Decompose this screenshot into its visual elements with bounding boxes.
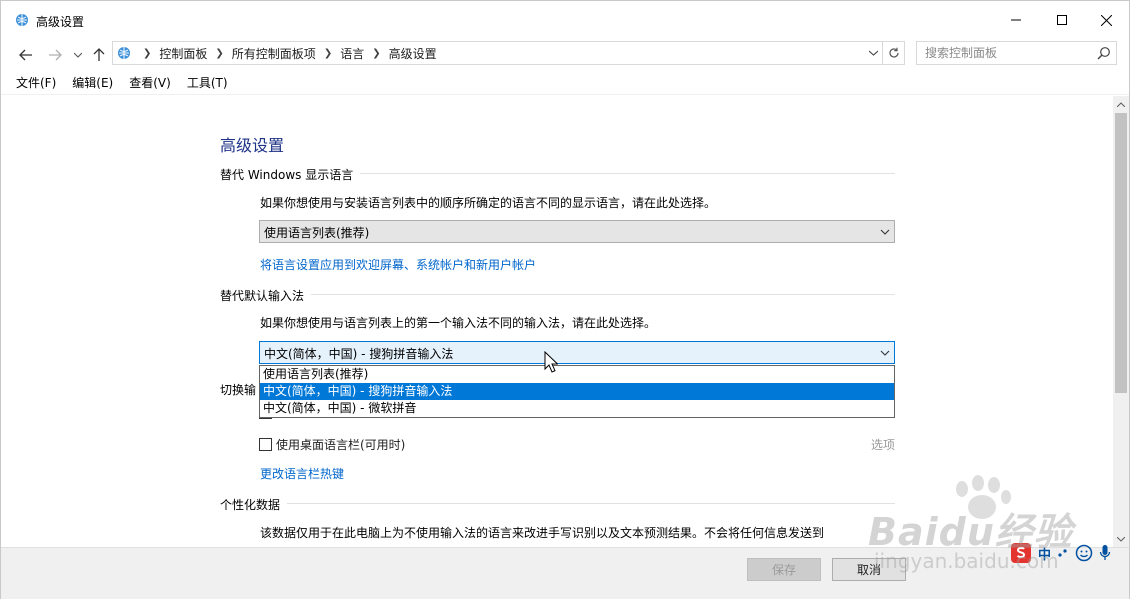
forward-button[interactable] (45, 45, 65, 65)
breadcrumb-separator-icon[interactable]: ❯ (324, 48, 332, 59)
advanced-settings-window: 高级设置 ❯ 控制面板 ❯ 所有控制面板项 ❯ 语言 ❯ 高级设置 搜索控制面板… (0, 0, 1130, 599)
ime-mode-indicator[interactable]: 中 (1038, 544, 1051, 563)
input-method-dropdown-list: 使用语言列表(推荐) 中文(简体，中国) - 搜狗拼音输入法 中文(简体，中国)… (259, 365, 895, 418)
change-hotkeys-link[interactable]: 更改语言栏热键 (260, 465, 344, 482)
mouse-cursor-icon (544, 351, 558, 373)
section-divider (287, 503, 895, 504)
chevron-down-icon (880, 229, 890, 235)
control-panel-icon (116, 45, 132, 61)
desktop-language-bar-checkbox[interactable] (259, 438, 272, 451)
footer-bar: 保存 取消 (1, 547, 1129, 599)
menu-edit[interactable]: 编辑(E) (64, 71, 121, 95)
switch-input-heading: 切换输 (220, 383, 257, 397)
recent-locations-button[interactable] (68, 45, 88, 65)
breadcrumb-separator-icon[interactable]: ❯ (372, 48, 380, 59)
breadcrumb-separator-icon[interactable]: ❯ (143, 48, 151, 59)
personalization-description: 该数据仅用于在此电脑上为不使用输入法的语言来改进手写识别以及文本预测结果。不会将… (260, 526, 825, 540)
input-method-selected: 中文(简体，中国) - 搜狗拼音输入法 (264, 347, 454, 361)
maximize-icon (1057, 15, 1067, 25)
desktop-language-bar-label[interactable]: 使用桌面语言栏(可用时) (276, 436, 405, 453)
minimize-icon (1011, 19, 1021, 21)
dropdown-option-selected[interactable]: 中文(简体，中国) - 搜狗拼音输入法 (260, 383, 894, 400)
display-language-selected: 使用语言列表(推荐) (264, 226, 370, 240)
refresh-icon (888, 47, 899, 58)
address-bar[interactable]: ❯ 控制面板 ❯ 所有控制面板项 ❯ 语言 ❯ 高级设置 (112, 41, 905, 65)
page-title: 高级设置 (220, 136, 285, 155)
window-title: 高级设置 (36, 15, 85, 29)
breadcrumb-item[interactable]: 控制面板 (159, 45, 207, 62)
emoji-icon[interactable] (1075, 544, 1093, 562)
dropdown-option[interactable]: 中文(简体，中国) - 微软拼音 (260, 400, 894, 417)
input-method-select[interactable]: 中文(简体，中国) - 搜狗拼音输入法 (259, 341, 895, 364)
section-divider (360, 173, 895, 174)
input-method-description: 如果你想使用与语言列表上的第一个输入法不同的输入法，请在此处选择。 (260, 316, 657, 330)
display-language-select[interactable]: 使用语言列表(推荐) (259, 220, 895, 243)
breadcrumb-item[interactable]: 所有控制面板项 (232, 45, 316, 62)
display-language-heading: 替代 Windows 显示语言 (220, 168, 354, 182)
menu-file[interactable]: 文件(F) (1, 71, 64, 95)
up-button[interactable] (89, 45, 109, 65)
ime-toolbar: 中 (1010, 539, 1126, 567)
vertical-scrollbar[interactable] (1113, 96, 1129, 547)
scrollbar-thumb[interactable] (1115, 113, 1127, 393)
search-box[interactable] (916, 41, 1117, 65)
control-panel-icon (14, 12, 30, 28)
navigation-row: ❯ 控制面板 ❯ 所有控制面板项 ❯ 语言 ❯ 高级设置 (1, 39, 1129, 69)
section-divider (311, 294, 895, 295)
minimize-button[interactable] (993, 1, 1039, 39)
back-button[interactable] (16, 45, 36, 65)
breadcrumb: ❯ 控制面板 ❯ 所有控制面板项 ❯ 语言 ❯ 高级设置 (135, 42, 437, 64)
content-pane: 高级设置 替代 Windows 显示语言 如果你想使用与安装语言列表中的顺序所确… (1, 96, 1113, 547)
search-input[interactable] (917, 42, 1092, 64)
cancel-button[interactable]: 取消 (832, 558, 906, 581)
search-icon[interactable] (1097, 46, 1111, 60)
sogou-logo-icon[interactable] (1010, 542, 1032, 564)
microphone-icon[interactable] (1099, 544, 1111, 562)
arrow-left-icon (19, 49, 32, 61)
breadcrumb-separator-icon[interactable]: ❯ (215, 48, 223, 59)
apply-welcome-screen-link[interactable]: 将语言设置应用到欢迎屏幕、系统帐户和新用户帐户 (260, 256, 536, 273)
menu-tools[interactable]: 工具(T) (179, 71, 236, 95)
menu-view[interactable]: 查看(V) (121, 71, 179, 95)
punctuation-icon[interactable] (1057, 547, 1069, 559)
language-bar-options-link[interactable]: 选项 (871, 436, 895, 453)
input-method-heading: 替代默认输入法 (220, 289, 305, 303)
arrow-up-icon (93, 48, 105, 61)
personalization-heading: 个性化数据 (220, 498, 281, 512)
scroll-up-button[interactable] (1113, 96, 1129, 112)
maximize-button[interactable] (1039, 1, 1085, 39)
chevron-down-icon (74, 52, 82, 58)
close-icon (1100, 14, 1112, 26)
close-button[interactable] (1083, 1, 1129, 39)
display-language-description: 如果你想使用与安装语言列表中的顺序所确定的语言不同的显示语言，请在此处选择。 (260, 196, 717, 210)
breadcrumb-item[interactable]: 语言 (340, 45, 364, 62)
dropdown-option[interactable]: 使用语言列表(推荐) (260, 366, 894, 383)
desktop-language-bar-row[interactable]: 使用桌面语言栏(可用时) (259, 436, 405, 453)
arrow-right-icon (49, 49, 62, 61)
breadcrumb-item[interactable]: 高级设置 (389, 45, 437, 62)
title-bar[interactable]: 高级设置 (1, 1, 1129, 39)
chevron-down-icon (869, 50, 878, 56)
refresh-button[interactable] (882, 42, 904, 64)
chevron-up-icon (1117, 101, 1125, 107)
chevron-down-icon (880, 350, 890, 356)
menu-bar: 文件(F) 编辑(E) 查看(V) 工具(T) (1, 71, 1129, 95)
save-button[interactable]: 保存 (747, 558, 821, 581)
address-history-button[interactable] (864, 42, 882, 64)
